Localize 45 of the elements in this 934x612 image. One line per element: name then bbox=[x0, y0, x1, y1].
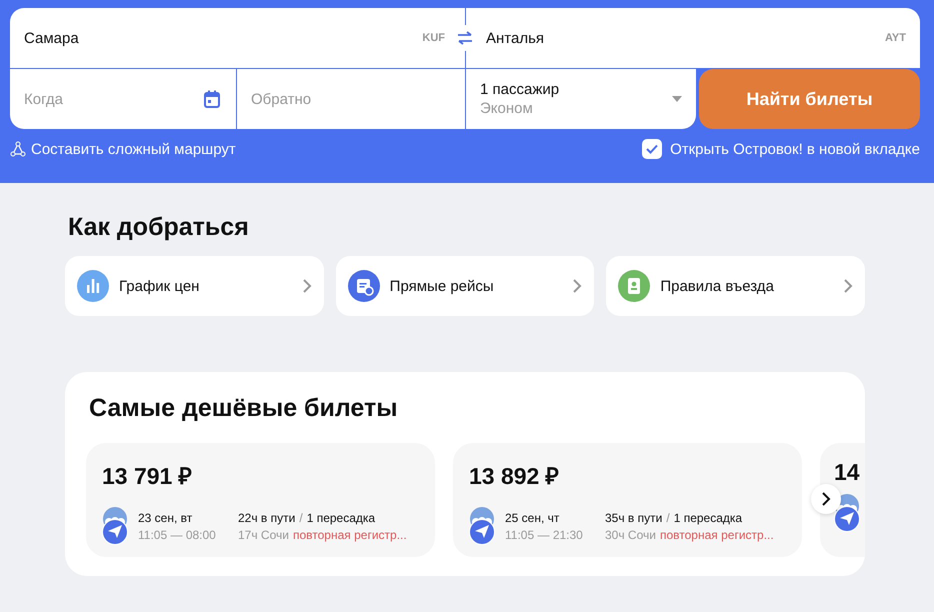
checkbox-label: Открыть Островок! в новой вкладке bbox=[670, 140, 920, 158]
departure-date-field[interactable]: Когда bbox=[10, 69, 236, 129]
return-date-field[interactable]: Обратно bbox=[237, 69, 465, 129]
slash-separator: / bbox=[666, 510, 670, 524]
flight-duration: 22ч в пути bbox=[238, 510, 296, 524]
flight-duration: 35ч в пути bbox=[605, 510, 662, 524]
slash-separator: / bbox=[299, 510, 303, 524]
section-title: Самые дешёвые билеты bbox=[89, 394, 399, 423]
dropdown-caret-icon bbox=[672, 96, 682, 102]
airline-logos-icon bbox=[469, 507, 495, 545]
section-title: Как добраться bbox=[68, 213, 250, 242]
info-link-card[interactable]: Правила въезда bbox=[606, 256, 865, 316]
chevron-right-icon bbox=[821, 492, 831, 506]
chevron-right-icon bbox=[302, 279, 312, 293]
chevron-right-icon bbox=[572, 279, 582, 293]
ticket-card[interactable]: 13 791 ₽ 23 сен, вт 11:05 — 08:00 22ч в пути / 1 пересадка 17ч Сочи повторная регистр... bbox=[86, 443, 435, 557]
ticket-card[interactable]: 14 bbox=[820, 443, 865, 557]
transfer-count: 1 пересадка bbox=[306, 510, 376, 524]
destination-field[interactable]: Анталья AYT bbox=[466, 8, 920, 68]
ticket-card[interactable]: 13 892 ₽ 25 сен, чт 11:05 — 21:30 35ч в пути / 1 пересадка 30ч Сочи повторная регистр... bbox=[453, 443, 802, 557]
transfer-count: 1 пересадка bbox=[674, 510, 742, 524]
layover-warning: повторная регистр... bbox=[660, 528, 774, 542]
checkmark-icon bbox=[646, 144, 658, 154]
info-link-card[interactable]: Прямые рейсы bbox=[336, 256, 594, 316]
flight-times: 11:05 — 21:30 bbox=[505, 528, 584, 542]
layover-warning: повторная регистр... bbox=[292, 528, 407, 542]
ticket-price: 14 bbox=[834, 459, 861, 486]
layover-info: 30ч Сочи bbox=[605, 528, 656, 542]
calendar-icon bbox=[204, 90, 220, 108]
layover-info: 17ч Сочи bbox=[238, 528, 289, 542]
info-link-card[interactable]: График цен bbox=[65, 256, 324, 316]
chevron-right-icon bbox=[842, 279, 853, 293]
complex-route-link[interactable]: Составить сложный маршрут bbox=[10, 140, 236, 158]
origin-field[interactable]: Самара KUF bbox=[10, 8, 465, 68]
passengers-dropdown[interactable]: 1 пассажир Эконом bbox=[466, 69, 696, 129]
route-nodes-icon bbox=[10, 141, 26, 157]
swap-icon bbox=[457, 31, 473, 45]
flight-times: 11:05 — 08:00 bbox=[138, 528, 217, 542]
checkbox[interactable] bbox=[642, 139, 662, 159]
ticket-price: 13 791 ₽ bbox=[102, 462, 193, 491]
ticket-price: 13 892 ₽ bbox=[469, 462, 560, 491]
next-button[interactable] bbox=[811, 484, 841, 514]
airline-logos-icon bbox=[102, 507, 128, 545]
flight-date: 23 сен, вт bbox=[138, 510, 194, 524]
flight-date: 25 сен, чт bbox=[505, 510, 560, 524]
